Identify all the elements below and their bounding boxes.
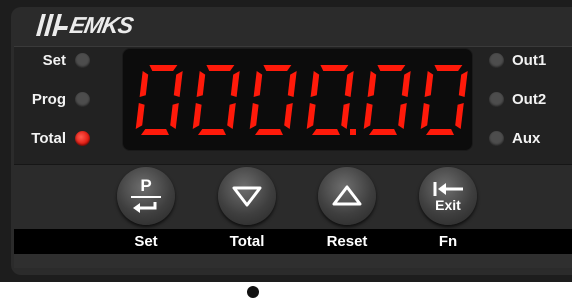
indicator-out1: Out1 bbox=[489, 52, 546, 69]
segment-digit-4-f bbox=[310, 71, 320, 97]
led-prog bbox=[75, 92, 90, 107]
segment-digit-4-a bbox=[320, 65, 349, 71]
segment-digit-3-c bbox=[284, 103, 293, 129]
indicator-label: Total bbox=[31, 130, 66, 147]
led-out2 bbox=[489, 92, 504, 107]
segment-digit-6-f bbox=[424, 71, 434, 97]
indicator-set: Set bbox=[0, 52, 90, 69]
segment-digit-4-e bbox=[306, 103, 316, 129]
segment-digit-2-b bbox=[230, 71, 240, 97]
key-exit-text: Exit bbox=[435, 197, 461, 213]
brand-logo: EMKS bbox=[34, 11, 135, 38]
segment-digit-6-c bbox=[455, 103, 464, 129]
back-to-start-arrow-icon bbox=[433, 182, 463, 196]
segment-digit-3-a bbox=[263, 65, 292, 71]
segment-digit-1-e bbox=[135, 103, 145, 129]
segment-digit-5-f bbox=[367, 71, 377, 97]
key-label-set: Set bbox=[134, 233, 158, 250]
segment-digit-5-b bbox=[401, 71, 411, 97]
segment-digit-6-d bbox=[426, 129, 454, 135]
indicator-label: Out1 bbox=[512, 52, 547, 69]
indicator-total: Total bbox=[0, 130, 90, 147]
key-p-letter: P bbox=[140, 175, 152, 195]
up-triangle-icon bbox=[332, 185, 362, 206]
segment-digit-2-a bbox=[206, 65, 235, 71]
up-key[interactable] bbox=[318, 167, 376, 225]
display-digits bbox=[135, 65, 468, 135]
segment-digit-1-b bbox=[173, 71, 183, 97]
segment-digit-2-d bbox=[198, 129, 226, 135]
key-label-reset: Reset bbox=[326, 233, 368, 250]
segment-digit-1-f bbox=[139, 71, 149, 97]
segment-digit-5-c bbox=[398, 103, 407, 129]
mounting-knob bbox=[247, 286, 259, 298]
indicator-label: Prog bbox=[31, 91, 66, 108]
segment-digit-5-a bbox=[377, 65, 406, 71]
decimal-point bbox=[350, 129, 356, 135]
segment-digit-3-b bbox=[287, 71, 297, 97]
exit-key[interactable]: Exit bbox=[419, 167, 477, 225]
led-out1 bbox=[489, 53, 504, 68]
seven-segment-display bbox=[122, 48, 473, 151]
indicator-label: Aux bbox=[512, 130, 541, 147]
segment-digit-4-c bbox=[341, 103, 350, 129]
down-key[interactable] bbox=[218, 167, 276, 225]
keypad: P Exit bbox=[14, 163, 572, 227]
segment-digit-6-a bbox=[434, 65, 463, 71]
led-total bbox=[75, 131, 90, 146]
segment-digit-1-a bbox=[149, 65, 178, 71]
segment-digit-4-b bbox=[344, 71, 354, 97]
key-label-fn: Fn bbox=[438, 233, 458, 250]
segment-digit-3-e bbox=[249, 103, 259, 129]
key-label-bar: Set Total Reset Fn bbox=[14, 229, 572, 254]
segment-digit-1-c bbox=[170, 103, 179, 129]
p-enter-key[interactable]: P bbox=[117, 167, 175, 225]
indicator-label: Set bbox=[42, 52, 66, 69]
indicator-label: Out2 bbox=[512, 91, 547, 108]
segment-digit-3-d bbox=[255, 129, 283, 135]
controller-panel: EMKS Set Prog Total Out1 Out2 Aux P Exit… bbox=[0, 0, 572, 282]
segment-digit-1-d bbox=[141, 129, 169, 135]
segment-digit-2-c bbox=[227, 103, 236, 129]
indicator-aux: Aux bbox=[489, 130, 540, 147]
segment-digit-4-d bbox=[312, 129, 340, 135]
segment-digit-6-e bbox=[420, 103, 430, 129]
led-aux bbox=[489, 131, 504, 146]
segment-digit-5-d bbox=[369, 129, 397, 135]
indicator-prog: Prog bbox=[0, 91, 90, 108]
segment-digit-6-b bbox=[458, 71, 468, 97]
led-set bbox=[75, 53, 90, 68]
indicator-out2: Out2 bbox=[489, 91, 546, 108]
segment-digit-2-e bbox=[192, 103, 202, 129]
enter-arrow-icon bbox=[131, 195, 161, 213]
segment-digit-5-e bbox=[363, 103, 373, 129]
bottom-strip bbox=[14, 254, 572, 268]
key-label-total: Total bbox=[229, 233, 265, 250]
segment-digit-3-f bbox=[253, 71, 263, 97]
logo-text: EMKS bbox=[67, 11, 135, 38]
down-triangle-icon bbox=[232, 186, 262, 207]
logo-mark-icon bbox=[36, 14, 68, 36]
segment-digit-2-f bbox=[196, 71, 206, 97]
